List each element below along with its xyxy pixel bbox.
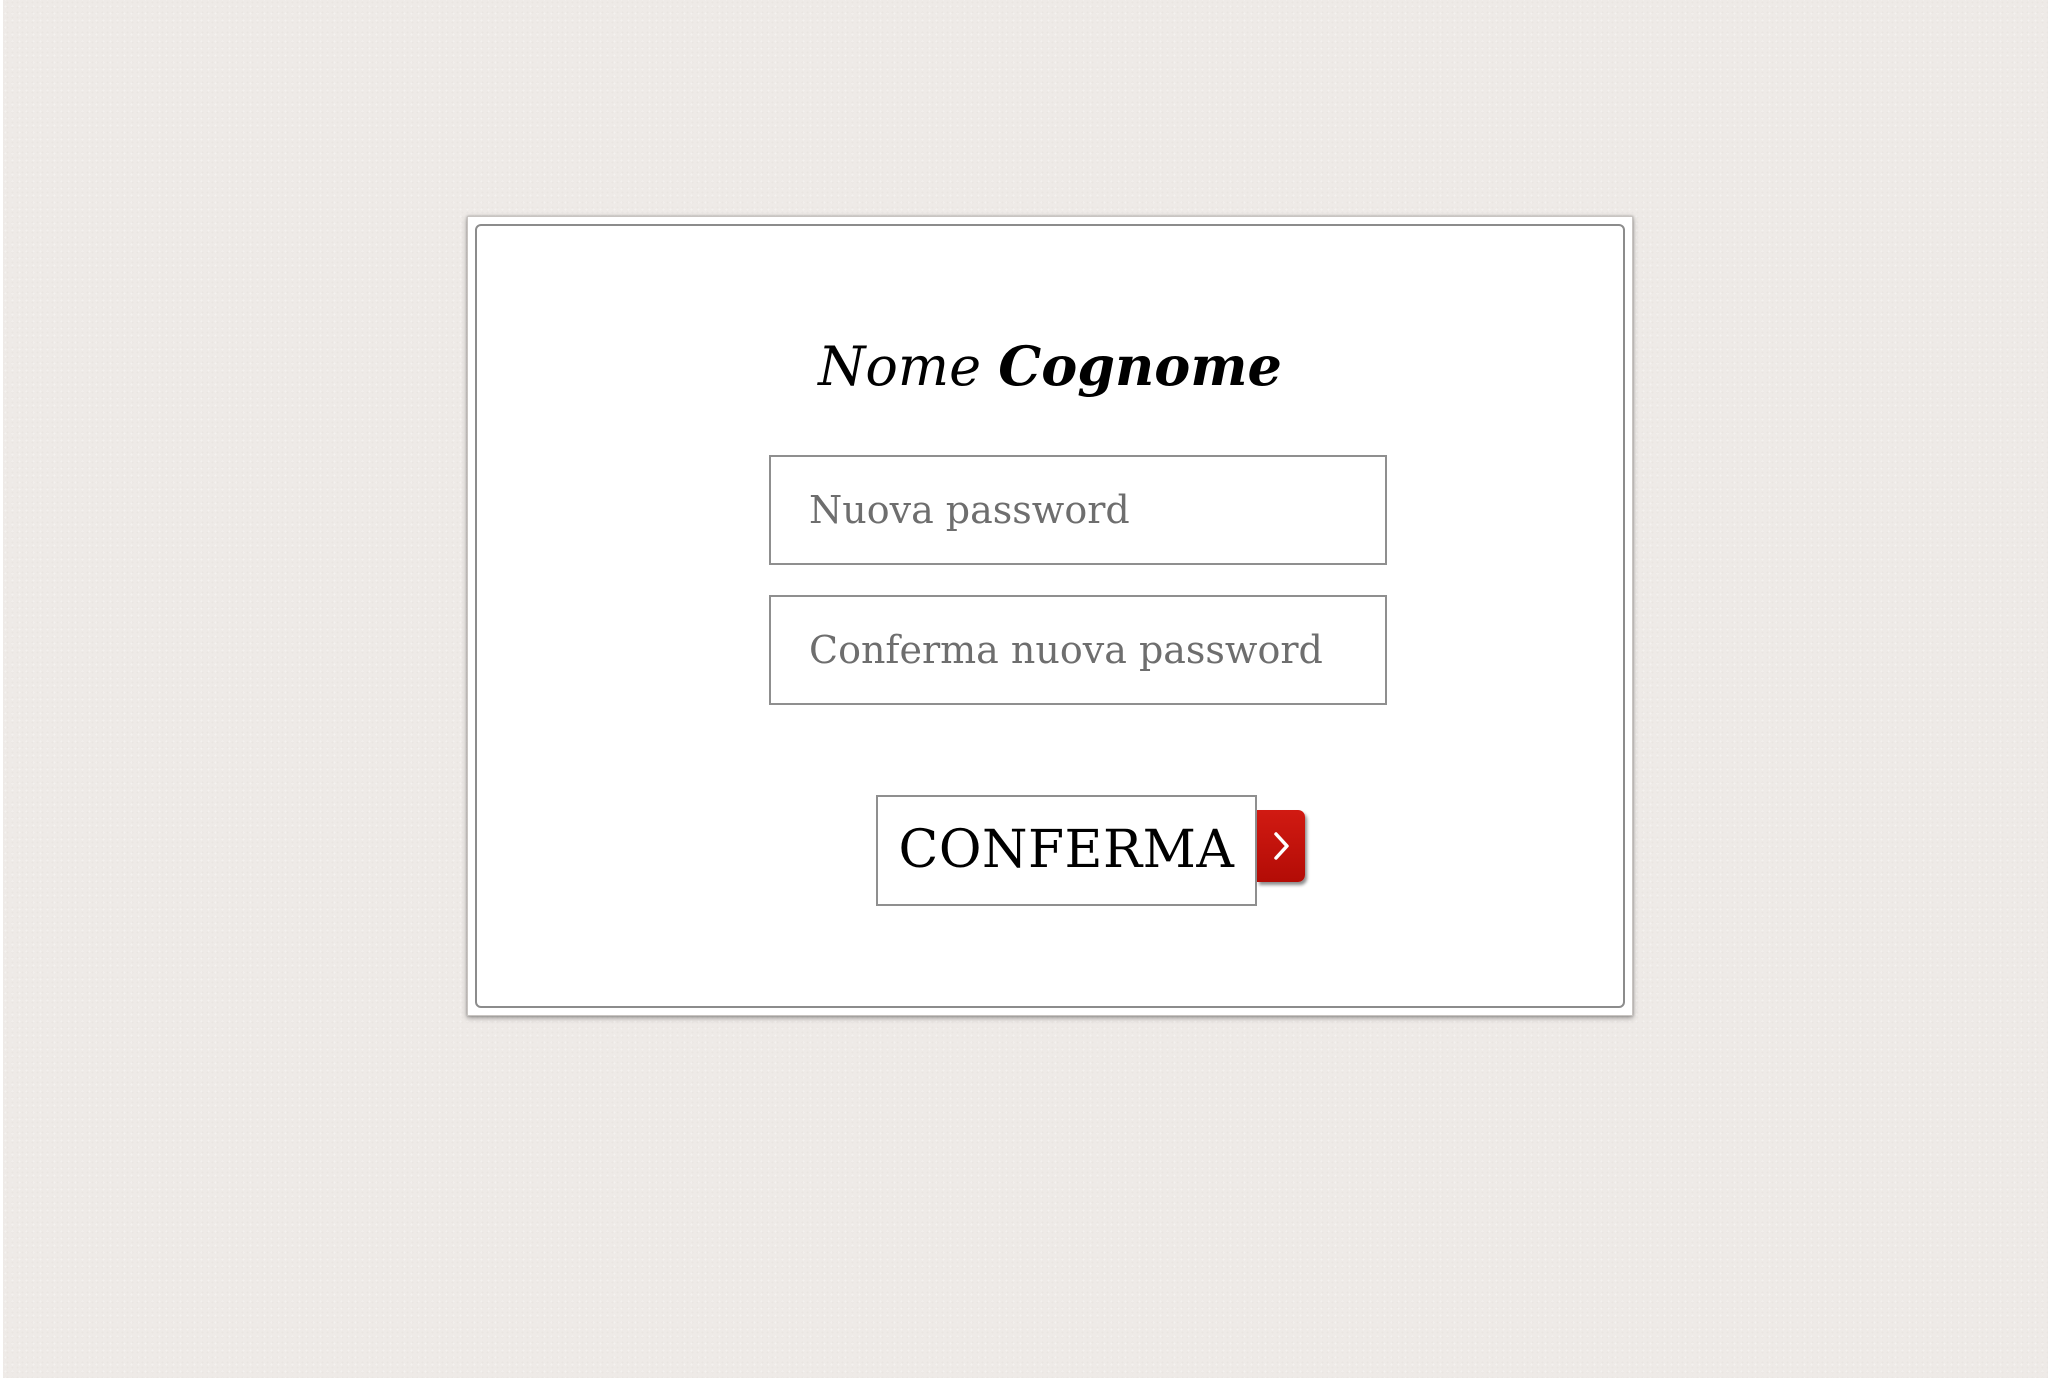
- page-edge: [0, 0, 3, 1378]
- user-last-name: Cognome: [998, 334, 1282, 398]
- confirm-button-label: CONFERMA: [898, 820, 1235, 880]
- confirm-button[interactable]: CONFERMA: [876, 795, 1257, 906]
- user-first-name: Nome: [818, 335, 982, 398]
- confirm-arrow-button[interactable]: [1257, 810, 1305, 882]
- card-inner-border: Nome Cognome CONFERMA: [475, 224, 1625, 1008]
- confirm-password-field[interactable]: [769, 595, 1387, 705]
- new-password-field[interactable]: [769, 455, 1387, 565]
- change-password-card: Nome Cognome CONFERMA: [467, 216, 1633, 1016]
- user-name-title: Nome Cognome: [477, 334, 1623, 399]
- chevron-right-icon: [1274, 832, 1289, 860]
